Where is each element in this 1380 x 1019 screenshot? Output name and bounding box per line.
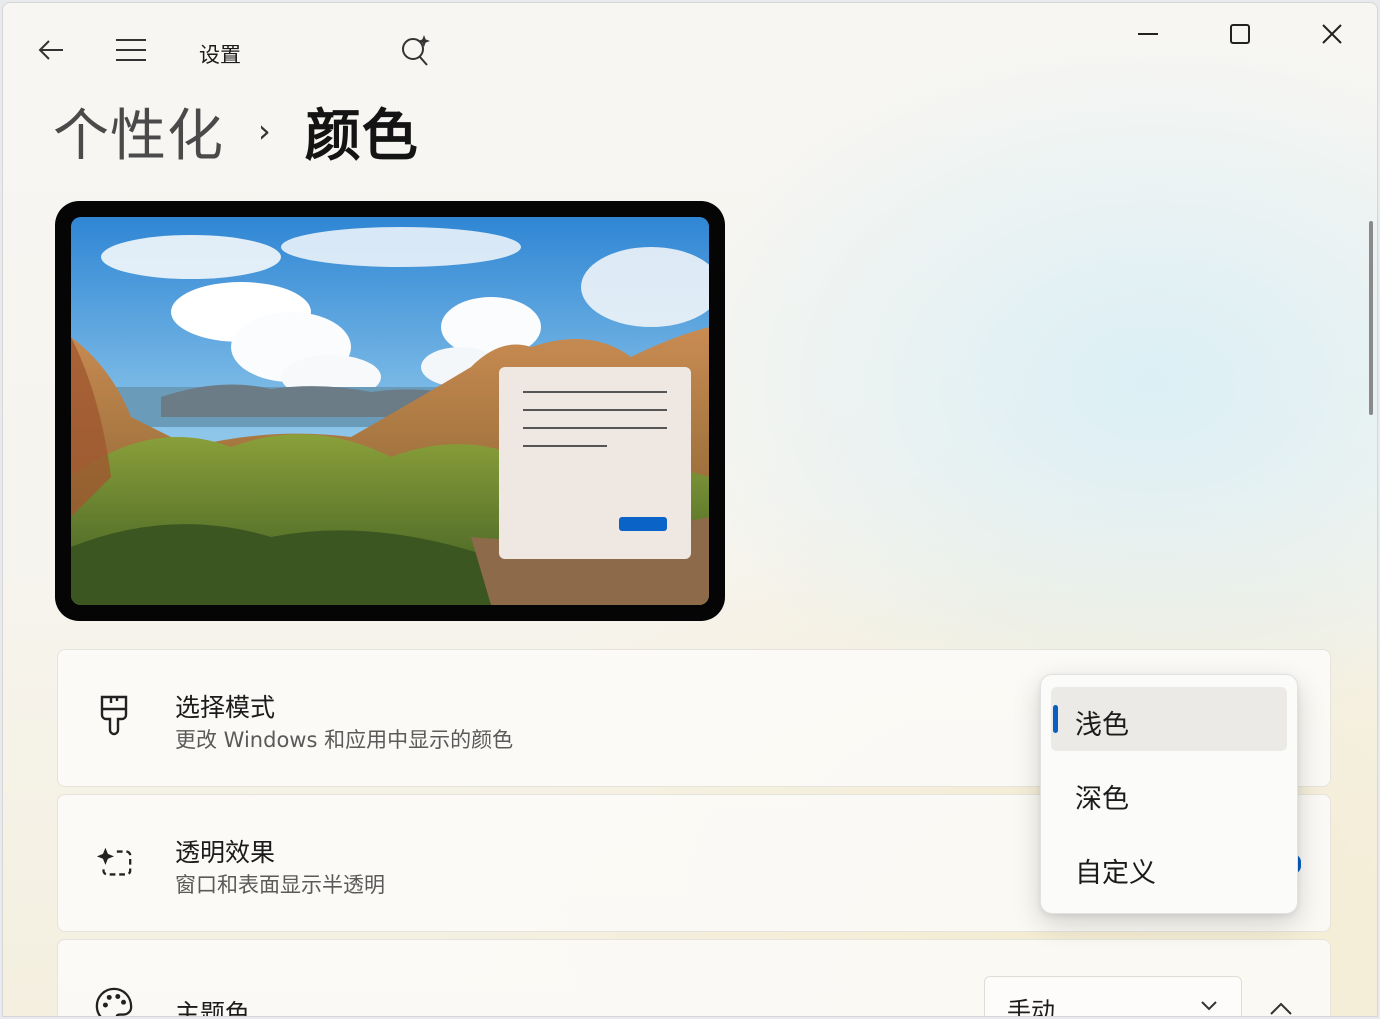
back-button[interactable] — [28, 27, 74, 73]
paintbrush-icon — [94, 695, 134, 736]
mode-dropdown-popup: 浅色 深色 自定义 — [1040, 674, 1298, 914]
accent-color-title: 主题色 — [175, 999, 251, 1017]
breadcrumb: 个性化 › 颜色 — [53, 95, 419, 169]
sparkle-selection-icon — [94, 843, 134, 883]
preview-accent-button — [619, 517, 667, 531]
minimize-button[interactable] — [1125, 11, 1171, 57]
accent-color-dropdown[interactable]: 手动 — [984, 976, 1242, 1017]
navigation-menu-button[interactable] — [108, 27, 154, 73]
accent-color-dropdown-value: 手动 — [1007, 997, 1055, 1017]
preview-app-window — [499, 367, 691, 559]
maximize-button[interactable] — [1217, 11, 1263, 57]
transparency-description: 窗口和表面显示半透明 — [175, 873, 385, 897]
transparency-title: 透明效果 — [175, 838, 276, 867]
close-icon — [1322, 24, 1342, 44]
selected-indicator — [1053, 705, 1058, 733]
app-title: 设置 — [199, 43, 241, 67]
copilot-search-button[interactable] — [393, 27, 439, 73]
minimize-icon — [1138, 33, 1158, 35]
choose-mode-description: 更改 Windows 和应用中显示的颜色 — [175, 728, 514, 752]
close-button[interactable] — [1309, 11, 1355, 57]
palette-icon — [94, 986, 134, 1016]
hamburger-menu-icon — [116, 39, 146, 61]
breadcrumb-parent-link[interactable]: 个性化 — [53, 91, 224, 172]
back-arrow-icon — [38, 40, 63, 60]
mode-option-light[interactable]: 浅色 — [1051, 687, 1287, 751]
page-title: 颜色 — [304, 103, 419, 169]
chevron-down-icon — [1201, 1001, 1217, 1011]
mode-option-label: 自定义 — [1075, 858, 1156, 889]
mode-option-label: 深色 — [1075, 784, 1129, 815]
choose-mode-title: 选择模式 — [175, 693, 276, 722]
vertical-scrollbar[interactable] — [1369, 221, 1373, 415]
copilot-search-icon — [402, 35, 430, 66]
mode-option-label: 浅色 — [1075, 710, 1129, 741]
settings-window: 设置 个性化 › 颜色 选择模式 更改 Windows 和应用中显示的颜色 透明… — [2, 2, 1378, 1017]
maximize-icon — [1230, 24, 1250, 44]
breadcrumb-chevron-icon: › — [258, 112, 271, 150]
theme-preview — [55, 201, 725, 621]
chevron-up-icon — [1270, 1002, 1292, 1015]
mode-option-dark[interactable]: 深色 — [1051, 761, 1287, 825]
mode-option-custom[interactable]: 自定义 — [1051, 835, 1287, 899]
wallpaper-preview-image — [71, 217, 709, 605]
accent-expand-button[interactable] — [1258, 986, 1304, 1016]
title-bar: 设置 — [3, 3, 1377, 93]
accent-color-card[interactable]: 主题色 手动 — [57, 939, 1331, 1017]
